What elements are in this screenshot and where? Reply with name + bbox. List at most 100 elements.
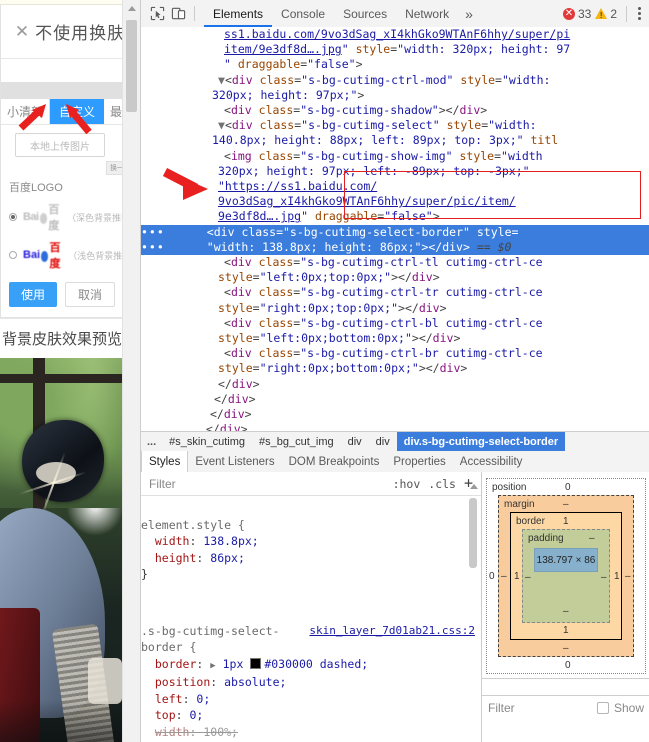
- tab-event-listeners[interactable]: Event Listeners: [188, 451, 281, 472]
- css-value-width-2[interactable]: 100%;: [203, 725, 238, 739]
- dom-line[interactable]: <div class="s-bg-cutimg-shadow"></div>: [141, 103, 649, 118]
- padding-left[interactable]: –: [525, 572, 531, 583]
- dom-line[interactable]: <div class="s-bg-cutimg-ctrl-tr cutimg-c…: [141, 285, 649, 300]
- tab-custom[interactable]: 自定义: [49, 99, 105, 124]
- dom-line[interactable]: </div>: [141, 392, 649, 407]
- styles-filter-input[interactable]: Filter: [145, 477, 176, 491]
- border-top[interactable]: 1: [563, 516, 569, 527]
- use-button[interactable]: 使用: [9, 282, 58, 307]
- margin-left[interactable]: –: [501, 571, 507, 582]
- radio-light-icon[interactable]: [9, 251, 17, 259]
- dom-line-selected[interactable]: ••• "width: 138.8px; height: 86px;"></div…: [141, 239, 649, 256]
- tab-fresh[interactable]: 小清新: [1, 99, 49, 124]
- dom-line[interactable]: item/9e3df8d….jpg" style="width: 320px; …: [141, 42, 649, 57]
- computed-filter-input[interactable]: Filter: [488, 701, 515, 715]
- css-value-height[interactable]: 86px;: [210, 551, 245, 565]
- margin-right[interactable]: –: [625, 571, 631, 582]
- css-prop-position[interactable]: position: [155, 675, 210, 689]
- breadcrumb-ellipsis[interactable]: ...: [141, 432, 162, 452]
- tab-sources[interactable]: Sources: [334, 0, 396, 27]
- dom-line[interactable]: <img class="s-bg-cutimg-show-img" style=…: [141, 149, 649, 164]
- radio-dark-icon[interactable]: [9, 213, 17, 221]
- css-prop-height[interactable]: height: [155, 551, 197, 565]
- padding-right[interactable]: –: [601, 572, 607, 583]
- tab-accessibility[interactable]: Accessibility: [453, 451, 530, 472]
- more-tabs-icon[interactable]: »: [458, 0, 480, 27]
- hov-toggle[interactable]: :hov: [393, 477, 421, 491]
- tab-styles[interactable]: Styles: [141, 451, 189, 472]
- tab-console[interactable]: Console: [272, 0, 334, 27]
- error-count-badge[interactable]: ✕ 33: [562, 7, 591, 21]
- expand-border-icon[interactable]: ▶: [210, 661, 215, 671]
- styles-scroll-up-icon[interactable]: [470, 484, 478, 489]
- css-selector-select-border[interactable]: .s-bg-cutimg-select-: [141, 624, 279, 638]
- show-all-checkbox[interactable]: [596, 702, 609, 714]
- dom-line[interactable]: <div class="s-bg-cutimg-ctrl-bl cutimg-c…: [141, 316, 649, 331]
- dom-line[interactable]: style="left:0px;top:0px;"></div>: [141, 270, 649, 285]
- dom-line[interactable]: " draggable="false">: [141, 57, 649, 72]
- scrollbar-up-icon[interactable]: [123, 0, 140, 17]
- breadcrumb-item-div-2[interactable]: div: [369, 432, 397, 452]
- dom-line[interactable]: ▼<div class="s-bg-cutimg-select" style="…: [141, 118, 649, 133]
- dom-line-selected[interactable]: ••• <div class="s-bg-cutimg-select-border…: [141, 224, 649, 240]
- kebab-menu-icon[interactable]: [632, 4, 646, 24]
- css-source-link-1[interactable]: skin_layer_7d01ab21.css:2: [309, 623, 481, 640]
- dom-line[interactable]: </div>: [141, 377, 649, 392]
- css-prop-top[interactable]: top: [155, 708, 176, 722]
- border-bottom[interactable]: 1: [563, 625, 569, 636]
- dom-line[interactable]: </div>: [141, 422, 649, 431]
- warning-count-badge[interactable]: 2: [595, 7, 617, 21]
- page-scrollbar[interactable]: [122, 0, 140, 742]
- logo-option-dark[interactable]: Bai 百度 （深色背景推荐）: [1, 198, 139, 236]
- device-toolbar-icon[interactable]: [168, 3, 189, 24]
- position-top[interactable]: 0: [565, 482, 571, 493]
- tab-properties[interactable]: Properties: [386, 451, 452, 472]
- dom-line[interactable]: ss1.baidu.com/9vo3dSag_xI4khGko9WTAnF6hh…: [141, 27, 649, 42]
- css-value-left[interactable]: 0;: [196, 692, 210, 706]
- cls-toggle[interactable]: .cls: [428, 477, 456, 491]
- tab-network[interactable]: Network: [396, 0, 458, 27]
- dom-line[interactable]: 320px; height: 97px;">: [141, 88, 649, 103]
- dom-line[interactable]: <div class="s-bg-cutimg-ctrl-tl cutimg-c…: [141, 255, 649, 270]
- border-left[interactable]: 1: [514, 571, 520, 582]
- local-upload-button[interactable]: 本地上传图片: [15, 133, 105, 157]
- cancel-button[interactable]: 取消: [65, 282, 116, 307]
- breadcrumb-item-select-border[interactable]: div.s-bg-cutimg-select-border: [396, 432, 566, 452]
- scrollbar-thumb[interactable]: [126, 20, 137, 112]
- padding-top[interactable]: –: [589, 533, 595, 544]
- css-value-width[interactable]: 138.8px;: [203, 534, 258, 548]
- dom-tree[interactable]: ss1.baidu.com/9vo3dSag_xI4khGko9WTAnF6hh…: [141, 27, 649, 431]
- breadcrumb-item-bg-cut-img[interactable]: #s_bg_cut_img: [252, 432, 341, 452]
- dom-line[interactable]: style="left:0px;bottom:0px;"></div>: [141, 331, 649, 346]
- dom-line[interactable]: ▼<div class="s-bg-cutimg-ctrl-mod" style…: [141, 73, 649, 88]
- box-content-size[interactable]: 138.797 × 86: [534, 548, 598, 572]
- breadcrumb-item-skin-cutimg[interactable]: #s_skin_cutimg: [162, 432, 252, 452]
- css-prop-left[interactable]: left: [155, 692, 183, 706]
- logo-option-light[interactable]: Bai 百度 （浅色背景推荐）: [1, 236, 140, 274]
- close-x-icon[interactable]: ✕: [15, 23, 29, 40]
- dom-line[interactable]: 140.8px; height: 88px; left: 89px; top: …: [141, 133, 649, 148]
- inspect-element-icon[interactable]: [147, 3, 168, 24]
- margin-top[interactable]: –: [563, 499, 569, 510]
- tab-elements[interactable]: Elements: [204, 0, 272, 27]
- css-prop-width[interactable]: width: [155, 534, 190, 548]
- color-swatch[interactable]: [250, 657, 262, 669]
- css-selector-element-style[interactable]: element.style {: [141, 518, 245, 532]
- tab-dom-breakpoints[interactable]: DOM Breakpoints: [282, 451, 387, 472]
- css-prop-width-2[interactable]: width: [155, 725, 190, 739]
- css-value-border[interactable]: 1px #030000 dashed;: [223, 657, 369, 671]
- css-value-position[interactable]: absolute;: [224, 675, 286, 689]
- margin-bottom[interactable]: –: [563, 643, 569, 654]
- css-prop-border[interactable]: border: [155, 657, 197, 671]
- border-right[interactable]: 1: [614, 571, 620, 582]
- styles-scrollbar-thumb[interactable]: [469, 498, 477, 568]
- dom-line[interactable]: <div class="s-bg-cutimg-ctrl-br cutimg-c…: [141, 346, 649, 361]
- position-bottom[interactable]: 0: [565, 660, 571, 671]
- padding-bottom[interactable]: –: [563, 606, 569, 617]
- dom-line[interactable]: style="right:0px;top:0px;"></div>: [141, 301, 649, 316]
- dom-line[interactable]: </div>: [141, 407, 649, 422]
- position-left[interactable]: 0: [489, 571, 495, 582]
- dom-line[interactable]: style="right:0px;bottom:0px;"></div>: [141, 361, 649, 376]
- css-value-top[interactable]: 0;: [190, 708, 204, 722]
- breadcrumb-item-div-1[interactable]: div: [341, 432, 369, 452]
